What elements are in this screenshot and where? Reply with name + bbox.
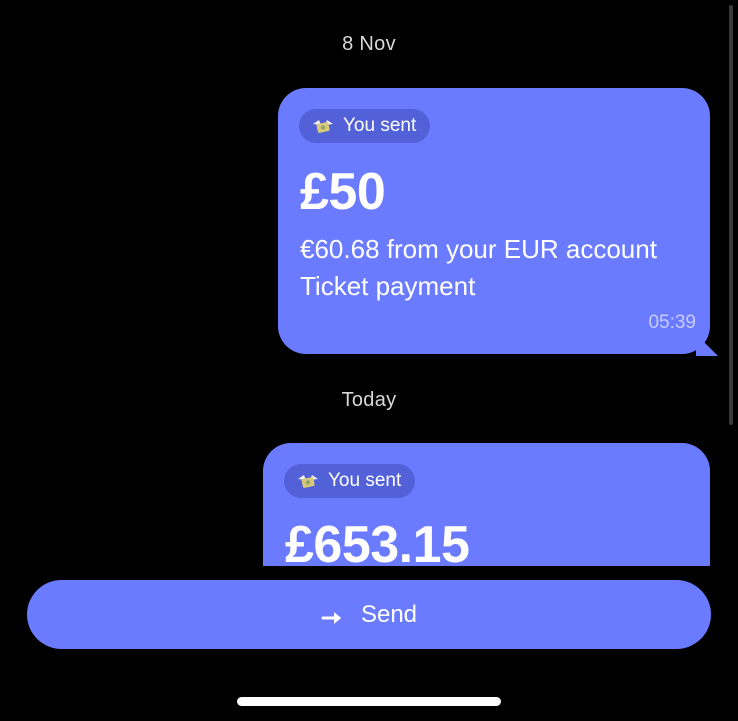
scrollbar[interactable] [729, 5, 733, 425]
amount: £50 [300, 163, 386, 221]
payment-reference: Ticket payment [300, 271, 476, 301]
money-wings-icon [296, 471, 320, 491]
you-sent-badge: You sent [284, 464, 416, 498]
arrow-right-icon [321, 606, 345, 624]
home-indicator [237, 697, 501, 706]
date-separator: 8 Nov [342, 33, 396, 55]
send-button[interactable]: Send [27, 580, 711, 649]
message-timestamp: 05:39 [648, 312, 696, 333]
you-sent-badge: You sent [299, 109, 431, 143]
badge-label: You sent [328, 470, 402, 491]
send-label: Send [360, 600, 418, 628]
badge-label: You sent [343, 115, 417, 136]
date-separator: Today [341, 389, 397, 411]
transfer-message-bubble[interactable]: You sent £50 €60.68 from your EUR accoun… [278, 88, 710, 354]
source-account-text: €60.68 from your EUR account [300, 234, 657, 264]
transfer-message-bubble[interactable]: You sent £653.15 [263, 443, 710, 583]
money-wings-icon [311, 116, 335, 136]
